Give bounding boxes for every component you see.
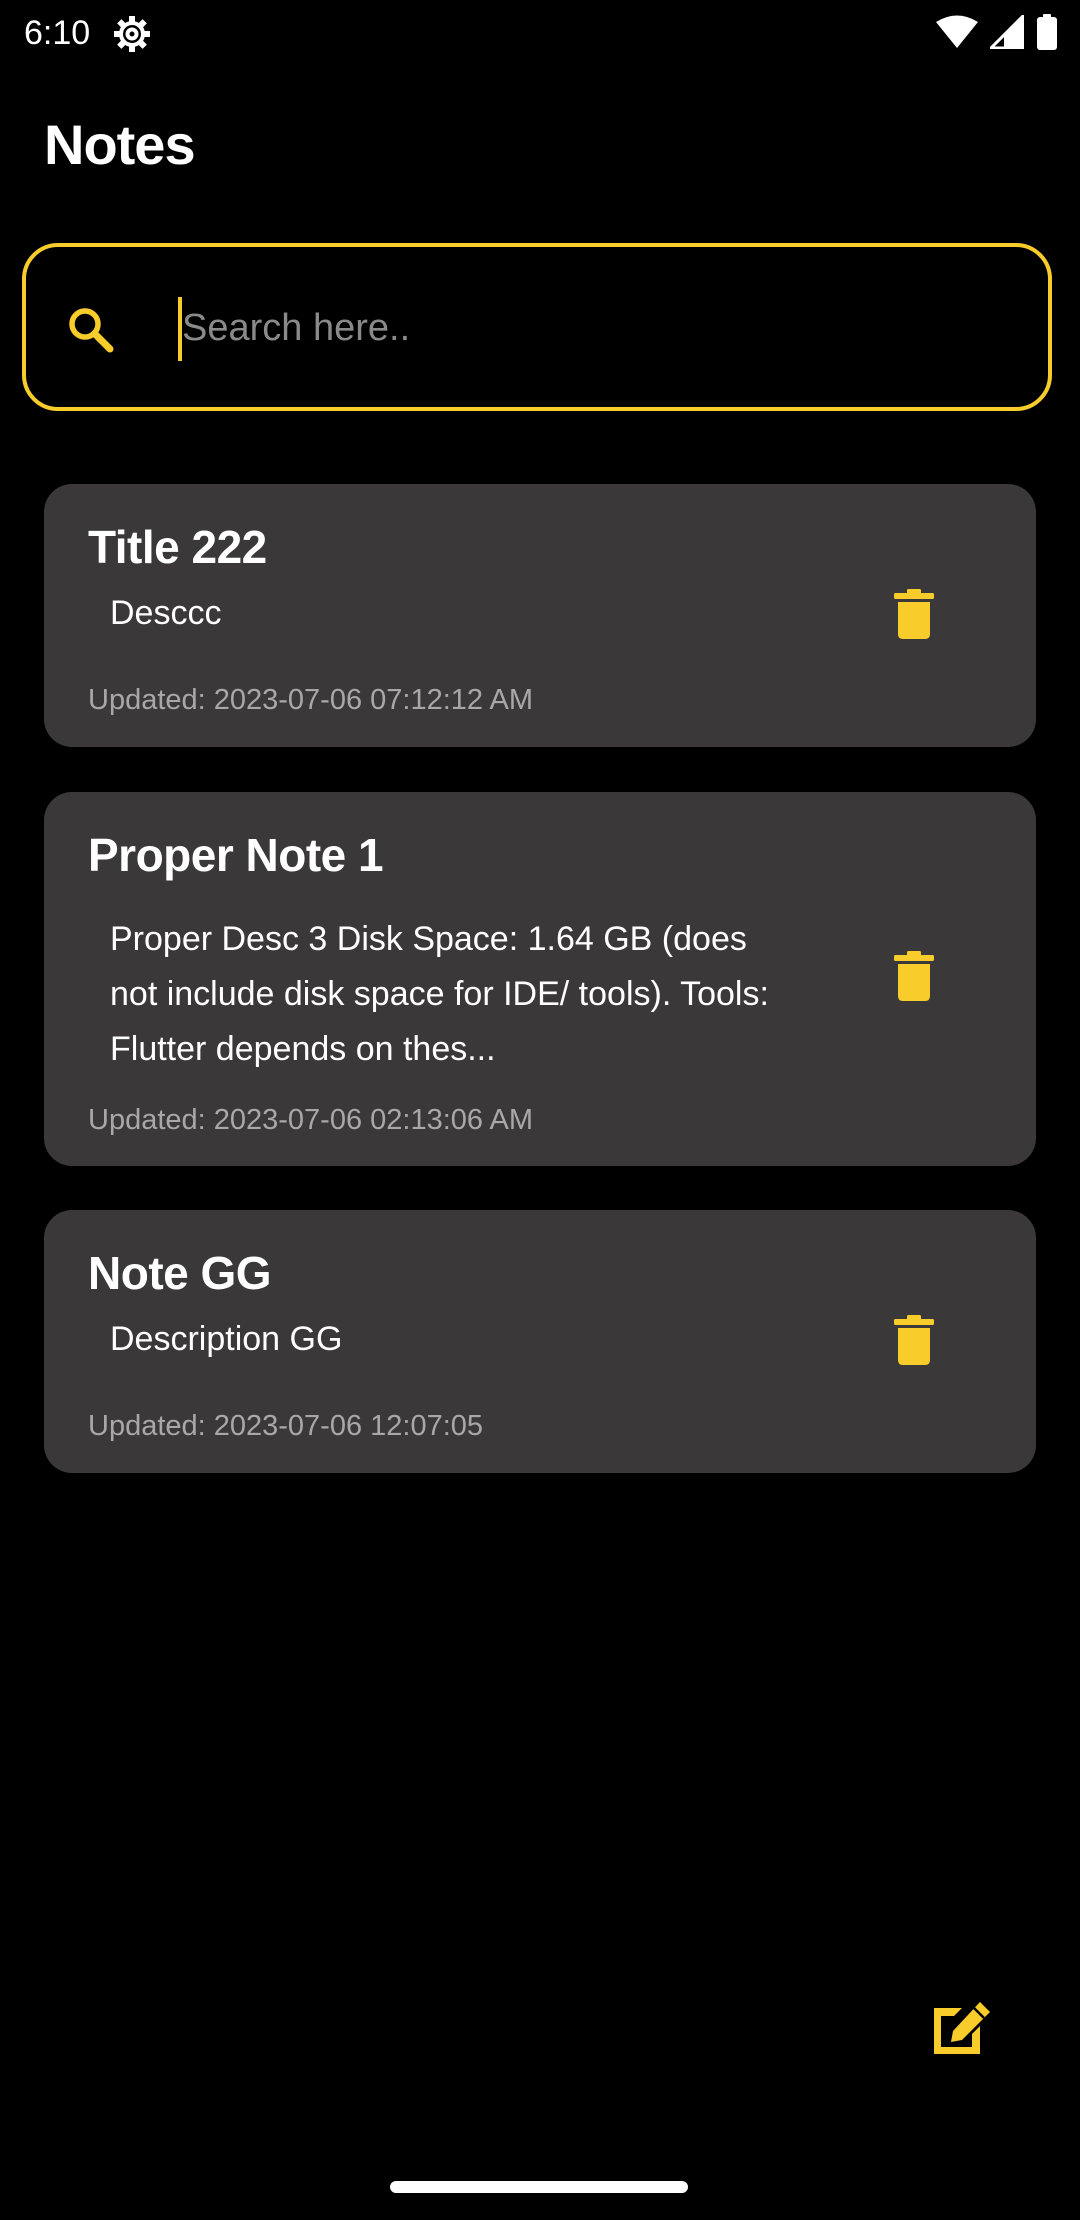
search-icon <box>64 303 116 355</box>
note-updated-time: Updated: 2023-07-06 12:07:05 <box>88 1410 484 1442</box>
trash-icon <box>894 1314 934 1370</box>
page-title: Notes <box>44 113 196 176</box>
search-input[interactable] <box>176 289 1022 367</box>
cellular-signal-icon <box>987 11 1025 54</box>
delete-note-button[interactable] <box>874 1302 954 1382</box>
note-description: Description GG <box>110 1320 343 1358</box>
note-card[interactable]: Proper Note 1 Proper Desc 3 Disk Space: … <box>44 792 1036 1166</box>
search-box[interactable] <box>22 243 1052 411</box>
note-title: Proper Note 1 <box>88 829 384 881</box>
note-description: Proper Desc 3 Disk Space: 1.64 GB (does … <box>110 920 769 1068</box>
note-card[interactable]: Title 222 Desccc Updated: 2023-07-06 07:… <box>44 484 1036 747</box>
note-title: Note GG <box>88 1247 272 1299</box>
status-icons <box>936 11 1058 55</box>
wifi-icon <box>936 15 978 54</box>
home-indicator[interactable] <box>390 2181 688 2193</box>
note-description: Desccc <box>110 594 222 632</box>
delete-note-button[interactable] <box>874 576 954 656</box>
edit-note-icon <box>932 2000 992 2061</box>
note-card[interactable]: Note GG Description GG Updated: 2023-07-… <box>44 1210 1036 1473</box>
note-updated-time: Updated: 2023-07-06 07:12:12 AM <box>88 684 533 716</box>
status-time: 6:10 <box>24 14 91 52</box>
add-note-button[interactable] <box>920 1988 1004 2072</box>
note-title: Title 222 <box>88 521 267 573</box>
battery-icon <box>1036 13 1058 55</box>
delete-note-button[interactable] <box>874 938 954 1018</box>
note-updated-time: Updated: 2023-07-06 02:13:06 AM <box>88 1104 533 1136</box>
settings-gear-icon <box>112 14 152 54</box>
trash-icon <box>894 950 934 1006</box>
trash-icon <box>894 588 934 644</box>
status-bar: 6:10 <box>0 0 1080 66</box>
